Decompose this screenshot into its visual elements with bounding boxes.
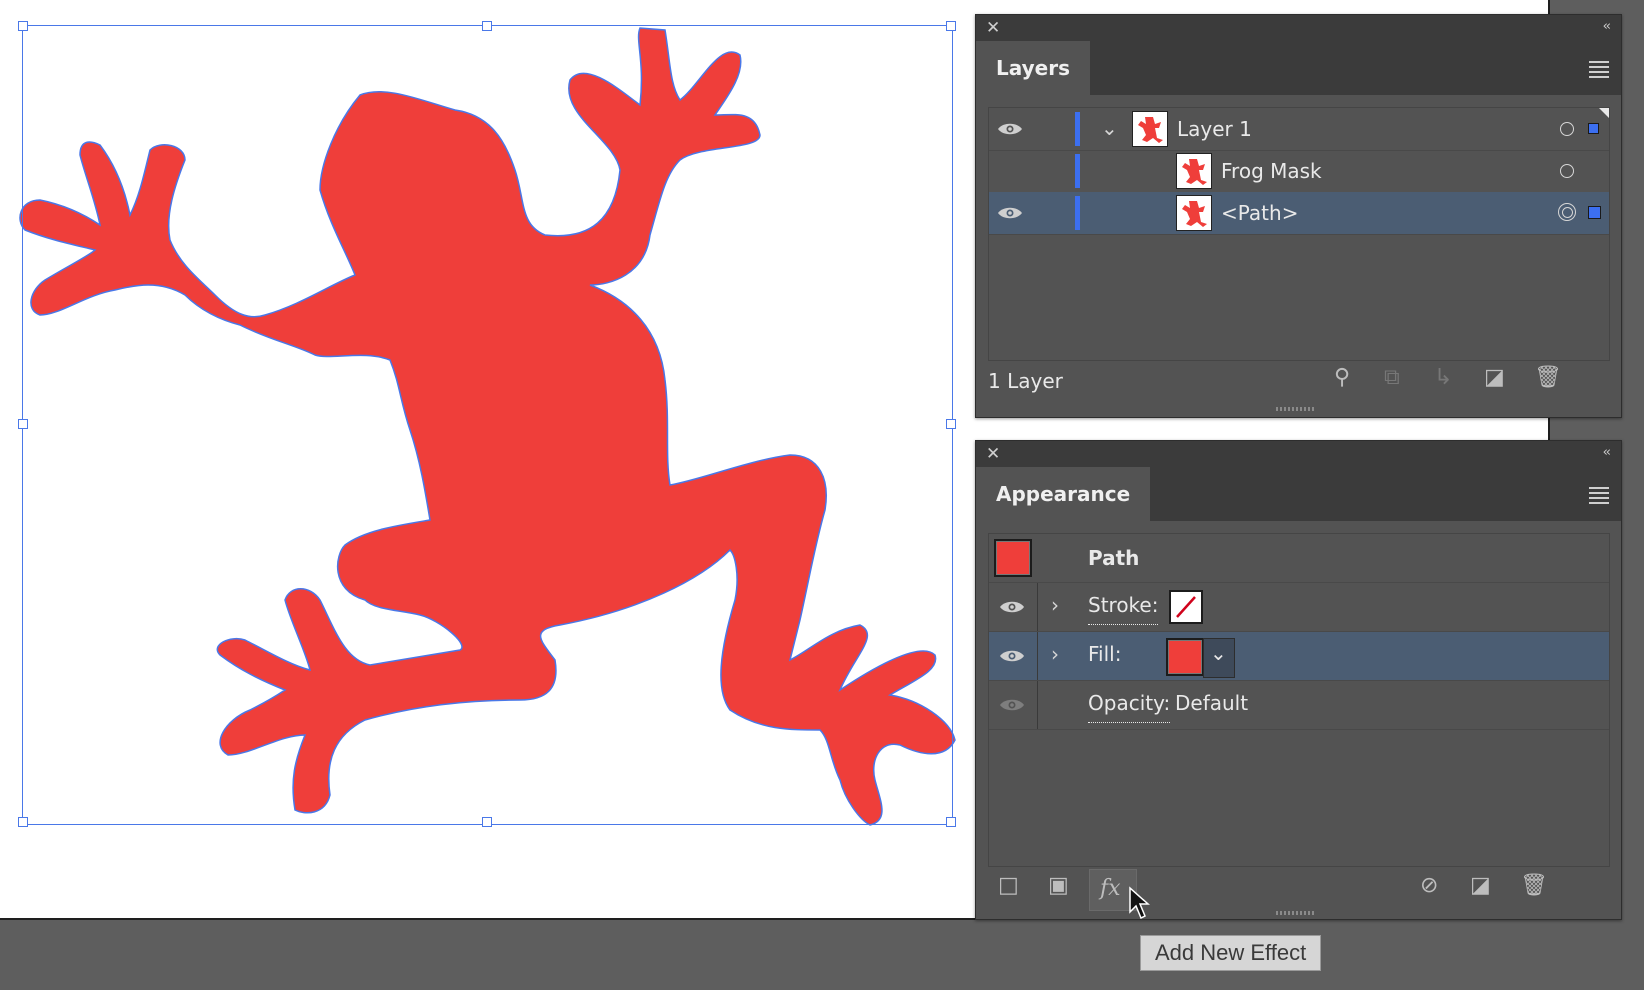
layer-row[interactable]: Frog Mask <box>989 150 1609 193</box>
close-icon[interactable]: ✕ <box>986 444 1000 464</box>
resize-handle-top-left[interactable] <box>18 21 28 31</box>
appearance-panel: ✕ ‹‹ Appearance Path › Stroke: › Fill: ⌄ <box>975 440 1622 920</box>
duplicate-icon[interactable]: ◪ <box>1470 873 1491 898</box>
clear-icon[interactable]: ⊘ <box>1420 873 1438 898</box>
sublayer-thumbnail <box>1176 153 1212 189</box>
layer-color-bar <box>1075 196 1080 230</box>
layers-tab-row: Layers <box>976 41 1621 95</box>
selection-square-icon[interactable] <box>1588 206 1601 219</box>
fill-color-swatch[interactable] <box>1166 638 1204 676</box>
eye-icon[interactable] <box>997 206 1023 220</box>
resize-handle-bottom-left[interactable] <box>18 817 28 827</box>
object-color-swatch <box>994 539 1032 577</box>
target-circle-icon[interactable] <box>1560 164 1574 178</box>
eye-icon[interactable] <box>999 698 1025 712</box>
fx-icon: fx <box>1100 876 1121 901</box>
trash-icon[interactable]: 🗑 <box>1520 873 1548 898</box>
layer-row[interactable]: ⌄ Layer 1 <box>989 108 1609 151</box>
layers-panel-topbar: ✕ ‹‹ <box>976 15 1621 41</box>
double-chevron-left-icon[interactable]: ‹‹ <box>1603 19 1612 34</box>
object-type-label: Path <box>1088 546 1140 570</box>
eye-icon[interactable] <box>999 649 1025 663</box>
column-divider <box>1037 632 1038 680</box>
opacity-label[interactable]: Opacity: <box>1088 684 1171 723</box>
resize-handle-right[interactable] <box>946 419 956 429</box>
layers-count: 1 Layer <box>988 369 1063 393</box>
stroke-none-swatch[interactable] <box>1169 590 1203 624</box>
selection-square-icon[interactable] <box>1588 123 1599 134</box>
resize-grip[interactable] <box>1276 911 1316 915</box>
resize-handle-left[interactable] <box>18 419 28 429</box>
resize-grip[interactable] <box>1276 407 1316 411</box>
double-chevron-left-icon[interactable]: ‹‹ <box>1603 445 1612 460</box>
opacity-value: Default <box>1175 691 1249 715</box>
layer-color-bar <box>1075 154 1080 188</box>
column-divider <box>1037 681 1038 729</box>
tooltip: Add New Effect <box>1140 935 1322 971</box>
path-thumbnail <box>1176 195 1212 231</box>
chevron-right-icon[interactable]: › <box>1051 642 1059 666</box>
eye-icon[interactable] <box>997 122 1023 136</box>
fill-label[interactable]: Fill: <box>1088 635 1121 673</box>
eye-icon[interactable] <box>999 600 1025 614</box>
fill-row[interactable]: › Fill: ⌄ <box>989 632 1609 681</box>
tab-layers[interactable]: Layers <box>976 41 1090 95</box>
target-selected-icon[interactable] <box>1558 203 1576 221</box>
target-circle-icon[interactable] <box>1560 122 1574 136</box>
layer-name[interactable]: Layer 1 <box>1177 108 1252 150</box>
fill-dropdown[interactable]: ⌄ <box>1203 638 1235 678</box>
appearance-tab-row: Appearance <box>976 467 1621 521</box>
tab-appearance[interactable]: Appearance <box>976 467 1151 521</box>
sublayer-name[interactable]: Frog Mask <box>1221 150 1322 192</box>
chevron-down-icon[interactable]: ⌄ <box>1101 116 1118 140</box>
layers-list: ⌄ Layer 1 Frog Mask <Path> <box>988 107 1610 361</box>
stroke-row[interactable]: › Stroke: <box>989 583 1609 632</box>
layer-thumbnail <box>1132 111 1168 147</box>
selection-bounding-box[interactable] <box>22 25 953 825</box>
corner-indicator-icon <box>1599 108 1609 118</box>
collect-icon[interactable]: ⧉ <box>1384 365 1400 390</box>
search-icon[interactable]: ⚲ <box>1334 365 1350 390</box>
layer-row-selected[interactable]: <Path> <box>989 192 1609 235</box>
hamburger-menu-icon[interactable] <box>1589 61 1609 78</box>
hamburger-menu-icon[interactable] <box>1589 487 1609 504</box>
resize-handle-bottom-right[interactable] <box>946 817 956 827</box>
resize-handle-top[interactable] <box>482 21 492 31</box>
opacity-row[interactable]: Opacity: Default <box>989 681 1609 730</box>
new-layer-icon[interactable]: ◪ <box>1484 365 1505 390</box>
add-stroke-icon[interactable]: □ <box>998 873 1019 898</box>
layer-color-bar <box>1075 112 1080 146</box>
add-fill-icon[interactable]: ▣ <box>1048 873 1069 898</box>
path-name[interactable]: <Path> <box>1221 192 1298 234</box>
stroke-label[interactable]: Stroke: <box>1088 586 1159 625</box>
mouse-cursor <box>1129 886 1150 920</box>
resize-handle-top-right[interactable] <box>946 21 956 31</box>
column-divider <box>1037 583 1038 631</box>
chevron-down-icon: ⌄ <box>1210 641 1227 665</box>
appearance-panel-topbar: ✕ ‹‹ <box>976 441 1621 467</box>
appearance-object-row[interactable]: Path <box>989 534 1609 583</box>
layers-panel: ✕ ‹‹ Layers ⌄ Layer 1 Frog Mask <Path> 1… <box>975 14 1622 418</box>
resize-handle-bottom[interactable] <box>482 817 492 827</box>
move-to-layer-icon[interactable]: ↳ <box>1434 365 1452 390</box>
trash-icon[interactable]: 🗑 <box>1534 365 1562 390</box>
close-icon[interactable]: ✕ <box>986 18 1000 38</box>
chevron-right-icon[interactable]: › <box>1051 593 1059 617</box>
appearance-list: Path › Stroke: › Fill: ⌄ Opacity: Defaul… <box>988 533 1610 867</box>
